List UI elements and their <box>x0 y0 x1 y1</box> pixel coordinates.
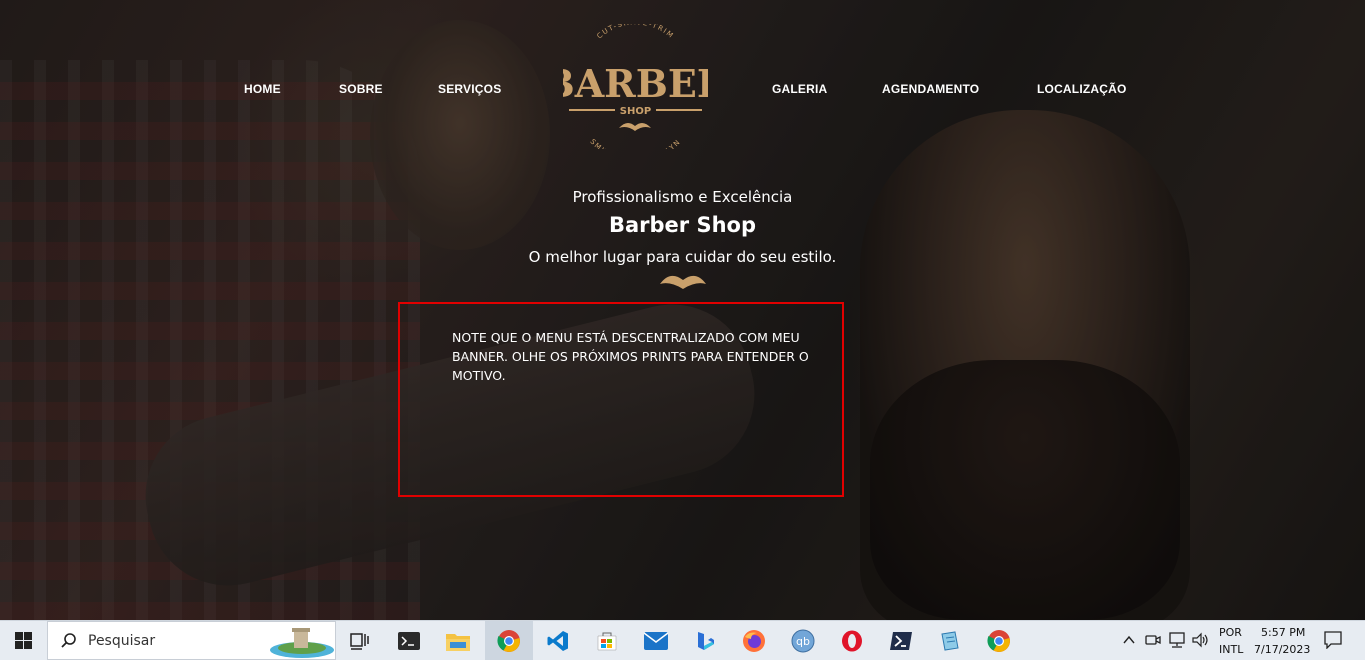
chrome-icon <box>987 629 1010 652</box>
qbittorrent-icon: qb <box>791 629 815 652</box>
annotation-box: NOTE QUE O MENU ESTÁ DESCENTRALIZADO COM… <box>398 302 844 497</box>
firefox-icon <box>743 629 765 652</box>
logo-sub-text: SHOP <box>620 106 651 117</box>
search-icon <box>61 633 76 648</box>
terminal-app-button[interactable] <box>385 621 433 660</box>
nav-agendamento[interactable]: AGENDAMENTO <box>882 82 979 96</box>
mail-icon <box>644 631 668 650</box>
vscode-icon <box>547 630 568 651</box>
task-view-button[interactable] <box>336 621 384 660</box>
hero-description: O melhor lugar para cuidar do seu estilo… <box>528 248 837 266</box>
start-button[interactable] <box>0 621 47 660</box>
opera-app-button[interactable] <box>828 621 876 660</box>
hero-banner: HOME SOBRE SERVIÇOS CUT-SHAVE-TRIM BARBE… <box>0 0 1365 620</box>
nav-sobre[interactable]: SOBRE <box>339 82 383 96</box>
svg-text:CUT-SHAVE-TRIM: CUT-SHAVE-TRIM <box>595 24 675 40</box>
task-view-icon <box>350 632 369 650</box>
chrome-icon <box>497 629 520 652</box>
svg-text:SMITH ST. BROOKLYN: SMITH ST. BROOKLYN <box>588 138 682 149</box>
store-icon <box>597 632 617 650</box>
folder-icon <box>446 633 470 651</box>
copilot-app-button[interactable] <box>681 621 729 660</box>
firefox-app-button[interactable] <box>730 621 778 660</box>
search-highlight-island-icon <box>270 628 334 658</box>
copilot-icon <box>698 631 714 650</box>
qbittorrent-label: qb <box>796 635 810 648</box>
volume-icon[interactable] <box>1192 632 1210 648</box>
search-placeholder: Pesquisar <box>88 633 156 649</box>
nav-servicos[interactable]: SERVIÇOS <box>438 82 501 96</box>
qbittorrent-app-button[interactable]: qb <box>779 621 827 660</box>
keyboard-layout-indicator[interactable]: INTL <box>1219 643 1243 656</box>
windows-taskbar: Pesquisar qb POR INTL 5:57 PM 7/17/2023 <box>0 620 1365 660</box>
language-indicator[interactable]: POR <box>1219 626 1242 639</box>
powershell-app-button[interactable] <box>877 621 925 660</box>
powershell-icon <box>890 631 912 650</box>
microsoft-store-button[interactable] <box>583 621 631 660</box>
logo-top-arc-text: CUT-SHAVE-TRIM <box>595 24 674 40</box>
clock-date[interactable]: 7/17/2023 <box>1254 643 1310 656</box>
network-icon[interactable] <box>1168 632 1186 648</box>
hero-title: Barber Shop <box>608 213 756 237</box>
terminal-icon <box>398 631 420 650</box>
nav-galeria[interactable]: GALERIA <box>772 82 827 96</box>
annotation-text: NOTE QUE O MENU ESTÁ DESCENTRALIZADO COM… <box>452 330 809 383</box>
notepad-app-button[interactable] <box>926 621 974 660</box>
hero-subtitle: Profissionalismo e Excelência <box>572 188 793 206</box>
nav-localizacao[interactable]: LOCALIZAÇÃO <box>1037 82 1127 96</box>
opera-icon <box>842 630 862 651</box>
chrome-app-button-2[interactable] <box>975 621 1023 660</box>
vscode-app-button[interactable] <box>534 621 582 660</box>
logo-main-text: BARBER <box>563 61 708 106</box>
file-explorer-button[interactable] <box>434 621 482 660</box>
chrome-app-button[interactable] <box>485 621 533 660</box>
mustache-icon <box>660 275 706 289</box>
windows-logo-icon <box>15 632 32 649</box>
notifications-icon[interactable] <box>1324 631 1342 649</box>
meet-now-icon[interactable] <box>1145 632 1161 648</box>
nav-home[interactable]: HOME <box>244 82 281 96</box>
logo-mustache-icon <box>619 122 651 131</box>
taskbar-search-box[interactable]: Pesquisar <box>47 621 336 660</box>
mail-app-button[interactable] <box>632 621 680 660</box>
clock-time[interactable]: 5:57 PM <box>1261 626 1305 639</box>
barber-shop-logo[interactable]: CUT-SHAVE-TRIM BARBER SHOP SMITH ST. BRO… <box>563 24 708 149</box>
chevron-up-icon[interactable] <box>1123 635 1135 645</box>
logo-bottom-arc-text: SMITH ST. BROOKLYN <box>588 138 681 149</box>
notepad-icon <box>941 630 959 651</box>
